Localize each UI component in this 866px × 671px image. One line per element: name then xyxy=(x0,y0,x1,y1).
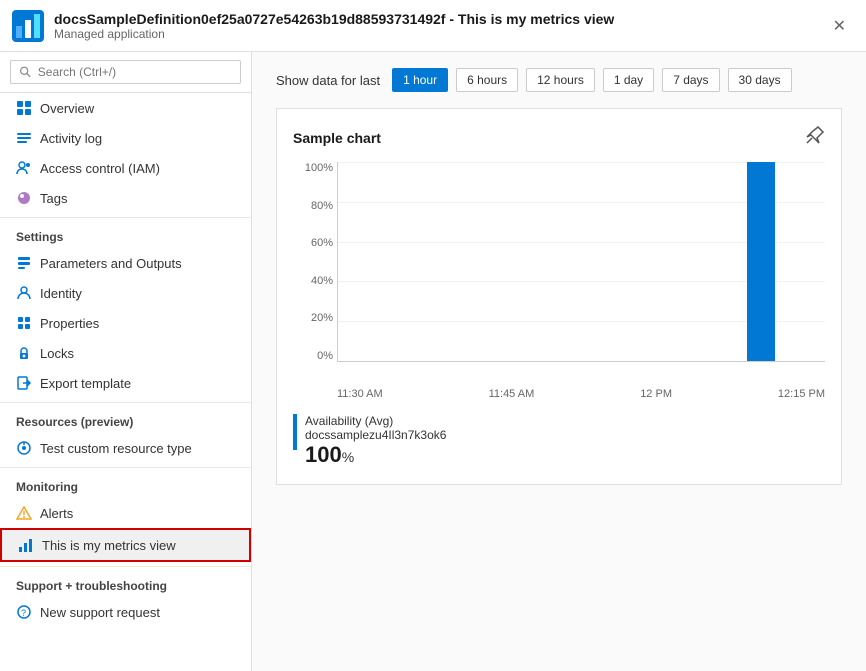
export-icon xyxy=(16,375,32,391)
sidebar-item-alerts[interactable]: Alerts xyxy=(0,498,251,528)
support-icon: ? xyxy=(16,604,32,620)
sidebar-nav: Overview Activity log Access control (IA… xyxy=(0,93,251,671)
sidebar-item-properties[interactable]: Properties xyxy=(0,308,251,338)
time-btn-30days[interactable]: 30 days xyxy=(728,68,792,92)
tags-icon xyxy=(16,190,32,206)
sidebar-item-properties-label: Properties xyxy=(40,316,99,331)
sidebar-search-container xyxy=(0,52,251,93)
time-btn-12hours[interactable]: 12 hours xyxy=(526,68,595,92)
properties-icon xyxy=(16,315,32,331)
search-input[interactable] xyxy=(38,65,232,79)
time-btn-1day[interactable]: 1 day xyxy=(603,68,654,92)
sidebar-item-alerts-label: Alerts xyxy=(40,506,73,521)
y-axis-label-40: 40% xyxy=(293,275,333,287)
sidebar-item-metrics[interactable]: This is my metrics view xyxy=(0,528,251,562)
sidebar-item-overview[interactable]: Overview xyxy=(0,93,251,123)
legend-resource-name: docssamplezu4Il3n7k3ok6 xyxy=(305,428,446,442)
chart-legend: Availability (Avg) docssamplezu4Il3n7k3o… xyxy=(293,414,825,468)
chart-area: 100% 80% 60% 40% 20% 0% xyxy=(293,162,825,402)
metrics-icon xyxy=(18,537,34,553)
alerts-icon xyxy=(16,505,32,521)
sidebar-item-iam[interactable]: Access control (IAM) xyxy=(0,153,251,183)
custom-resource-icon xyxy=(16,440,32,456)
sidebar-item-activity-log-label: Activity log xyxy=(40,131,102,146)
search-icon xyxy=(19,65,32,79)
identity-icon xyxy=(16,285,32,301)
overview-icon xyxy=(16,100,32,116)
support-section-header: Support + troubleshooting xyxy=(0,566,251,597)
sidebar-item-identity[interactable]: Identity xyxy=(0,278,251,308)
chart-section: Sample chart 100% 80% 60% 40% xyxy=(276,108,842,485)
chart-bar xyxy=(747,162,775,361)
sidebar-item-support-label: New support request xyxy=(40,605,160,620)
app-icon xyxy=(12,10,44,42)
sidebar-item-tags[interactable]: Tags xyxy=(0,183,251,213)
sidebar-item-identity-label: Identity xyxy=(40,286,82,301)
y-axis-label-60: 60% xyxy=(293,237,333,249)
y-axis-label-20: 20% xyxy=(293,312,333,324)
time-filter-label: Show data for last xyxy=(276,73,380,88)
page-title: docsSampleDefinition0ef25a0727e54263b19d… xyxy=(54,11,614,27)
page-subtitle: Managed application xyxy=(54,27,614,41)
sidebar-item-parameters[interactable]: Parameters and Outputs xyxy=(0,248,251,278)
time-btn-6hours[interactable]: 6 hours xyxy=(456,68,518,92)
time-btn-1hour[interactable]: 1 hour xyxy=(392,68,448,92)
sidebar-item-locks[interactable]: Locks xyxy=(0,338,251,368)
legend-color-bar xyxy=(293,414,297,450)
svg-text:?: ? xyxy=(21,608,26,618)
sidebar-item-locks-label: Locks xyxy=(40,346,74,361)
close-button[interactable]: ✕ xyxy=(825,12,854,40)
sidebar-item-iam-label: Access control (IAM) xyxy=(40,161,160,176)
legend-availability-label: Availability (Avg) xyxy=(305,414,446,428)
iam-icon xyxy=(16,160,32,176)
main-content: Show data for last 1 hour 6 hours 12 hou… xyxy=(252,52,866,671)
parameters-icon xyxy=(16,255,32,271)
time-filter: Show data for last 1 hour 6 hours 12 hou… xyxy=(276,68,842,92)
x-axis-label-1130: 11:30 AM xyxy=(337,388,383,400)
sidebar-item-overview-label: Overview xyxy=(40,101,94,116)
pin-icon[interactable] xyxy=(805,125,825,150)
sidebar-item-export-label: Export template xyxy=(40,376,131,391)
time-btn-7days[interactable]: 7 days xyxy=(662,68,719,92)
x-axis-label-1145: 11:45 AM xyxy=(489,388,535,400)
sidebar-item-metrics-label: This is my metrics view xyxy=(42,538,176,553)
sidebar-item-activity-log[interactable]: Activity log xyxy=(0,123,251,153)
sidebar-item-parameters-label: Parameters and Outputs xyxy=(40,256,182,271)
y-axis-label-80: 80% xyxy=(293,200,333,212)
monitoring-section-header: Monitoring xyxy=(0,467,251,498)
title-bar: docsSampleDefinition0ef25a0727e54263b19d… xyxy=(0,0,866,52)
sidebar-item-custom-resource-label: Test custom resource type xyxy=(40,441,192,456)
legend-value: 100 xyxy=(305,442,342,467)
x-axis-label-1215: 12:15 PM xyxy=(778,388,825,400)
sidebar-item-export[interactable]: Export template xyxy=(0,368,251,398)
y-axis-label-100: 100% xyxy=(293,162,333,174)
sidebar-item-support[interactable]: ? New support request xyxy=(0,597,251,627)
activity-log-icon xyxy=(16,130,32,146)
sidebar-item-tags-label: Tags xyxy=(40,191,67,206)
settings-section-header: Settings xyxy=(0,217,251,248)
locks-icon xyxy=(16,345,32,361)
y-axis-label-0: 0% xyxy=(293,350,333,362)
resources-section-header: Resources (preview) xyxy=(0,402,251,433)
chart-title: Sample chart xyxy=(293,130,381,146)
x-axis-label-12: 12 PM xyxy=(640,388,672,400)
legend-unit: % xyxy=(342,449,354,465)
sidebar-item-custom-resource[interactable]: Test custom resource type xyxy=(0,433,251,463)
sidebar: Overview Activity log Access control (IA… xyxy=(0,52,252,671)
x-axis: 11:30 AM 11:45 AM 12 PM 12:15 PM xyxy=(337,384,825,400)
